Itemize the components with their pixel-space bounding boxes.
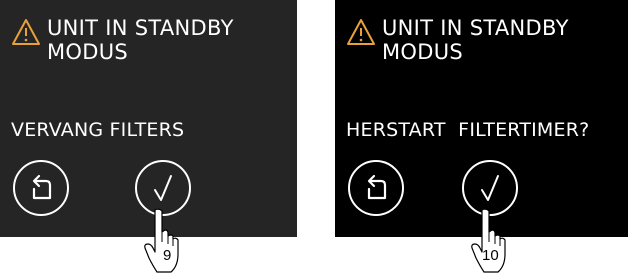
pointing-hand-icon (471, 208, 506, 273)
status-title-line2: MODUS (47, 40, 129, 64)
step-number: 9 (163, 247, 172, 264)
status-title-line2: MODUS (382, 40, 464, 64)
display-screen-vervang-filters: UNIT IN STANDBY MODUS VERVANG FILTERS (0, 0, 297, 237)
back-button[interactable] (13, 160, 69, 216)
prompt-message: HERSTART FILTERTIMER? (346, 119, 590, 141)
prompt-message: VERVANG FILTERS (11, 119, 185, 141)
warning-triangle-icon (12, 19, 40, 45)
status-title-line1: UNIT IN STANDBY (382, 16, 569, 40)
pointing-hand-icon (144, 208, 179, 273)
step-number: 10 (482, 247, 499, 264)
checkmark-icon (481, 175, 499, 201)
status-title: UNIT IN STANDBY MODUS (47, 16, 234, 64)
back-arrow-icon (367, 174, 387, 200)
status-title: UNIT IN STANDBY MODUS (382, 16, 569, 64)
back-button[interactable] (348, 160, 404, 216)
back-arrow-icon (32, 174, 52, 200)
checkmark-icon (154, 175, 172, 201)
warning-triangle-icon (347, 19, 375, 45)
status-title-line1: UNIT IN STANDBY (47, 16, 234, 40)
display-screen-herstart-filtertimer: UNIT IN STANDBY MODUS HERSTART FILTERTIM… (335, 0, 628, 237)
